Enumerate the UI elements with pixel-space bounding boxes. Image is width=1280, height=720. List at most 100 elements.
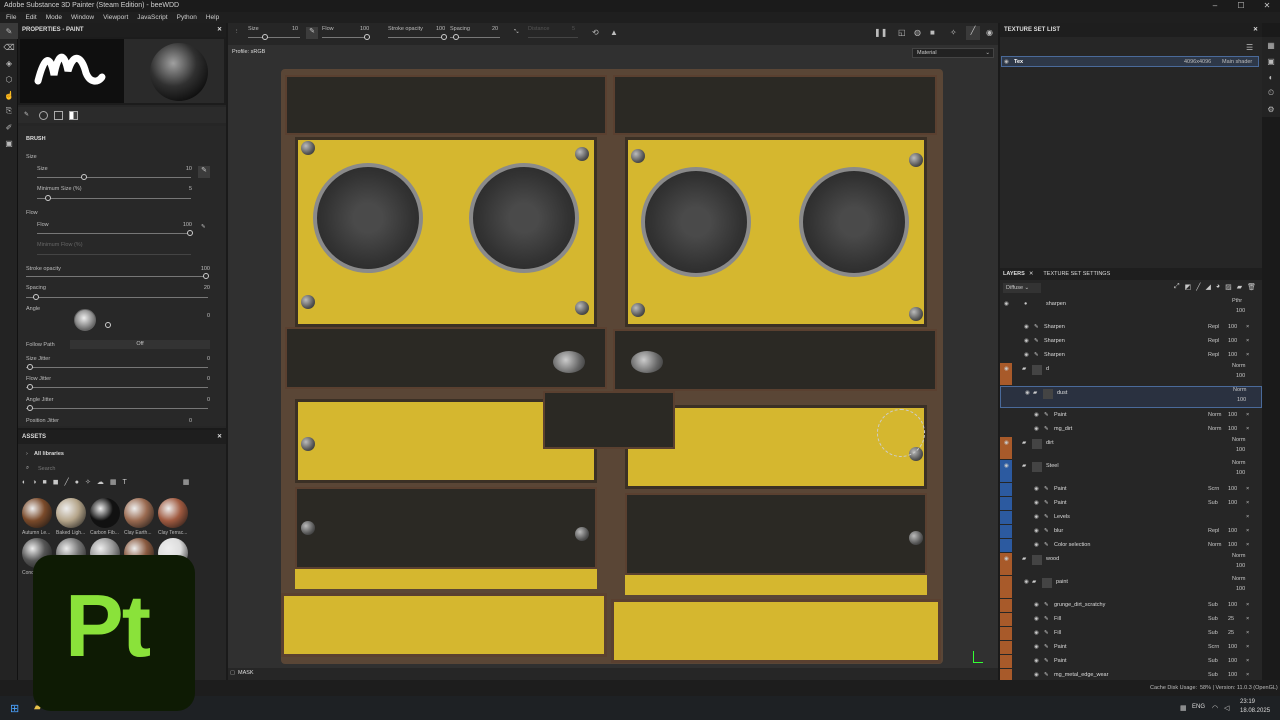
visibility-eye-icon[interactable]: ◉	[1034, 655, 1039, 668]
layer-opacity[interactable]: 100	[1237, 394, 1246, 407]
add-paint-icon[interactable]: ╱	[1196, 283, 1200, 291]
layer-blend-mode[interactable]: Norm	[1208, 409, 1221, 422]
menu-javascript[interactable]: JavaScript	[134, 12, 173, 23]
masks-filter-icon[interactable]: ◼	[53, 478, 59, 486]
visibility-eye-icon[interactable]: ◉	[1034, 627, 1039, 640]
layer-blend-mode[interactable]: Scrn	[1208, 483, 1219, 496]
layer-row[interactable]: ◉ ▰ Steel Norm 100	[1000, 460, 1262, 482]
minsize-slider[interactable]	[37, 198, 191, 199]
add-effect-icon[interactable]: ⤢	[1174, 283, 1180, 291]
lazy-mouse-icon[interactable]: ⤡	[514, 29, 518, 36]
pause-icon[interactable]: ❚❚	[874, 28, 887, 37]
remove-effect-icon[interactable]: ×	[1246, 525, 1249, 538]
layer-opacity[interactable]: 25	[1228, 627, 1234, 640]
visibility-eye-icon[interactable]: ◉	[1004, 553, 1009, 566]
clone-icon[interactable]: ⎘	[0, 103, 18, 119]
layer-opacity[interactable]: 100	[1236, 560, 1245, 573]
remove-effect-icon[interactable]: ×	[1246, 627, 1249, 640]
remove-effect-icon[interactable]: ×	[1246, 655, 1249, 668]
menu-file[interactable]: File	[3, 12, 22, 23]
asset-thumbnail[interactable]	[158, 498, 188, 528]
visibility-eye-icon[interactable]: ◉	[1034, 423, 1039, 436]
layer-row[interactable]: ◉ ✎ Levels ×	[1000, 511, 1262, 524]
alphas-filter-icon[interactable]: ☁	[97, 478, 104, 486]
visibility-eye-icon[interactable]: ◉	[1024, 349, 1029, 362]
layer-opacity[interactable]: 100	[1228, 599, 1237, 612]
visibility-eye-icon[interactable]: ◉	[1034, 525, 1039, 538]
screenshot-icon[interactable]: ◉	[986, 28, 993, 37]
add-generator-icon[interactable]: ◕	[1216, 283, 1220, 291]
clock-time[interactable]: 23:19	[1240, 699, 1255, 705]
delete-icon[interactable]: 🗑	[1247, 283, 1256, 291]
particles-filter-icon[interactable]: ●	[75, 479, 79, 486]
visibility-eye-icon[interactable]: ◉	[1034, 409, 1039, 422]
layer-row[interactable]: ◉ ▰ d Norm 100	[1000, 363, 1262, 385]
folder-icon[interactable]: ▰	[1032, 576, 1036, 589]
asset-thumbnail[interactable]	[90, 498, 120, 528]
menu-viewport[interactable]: Viewport	[100, 12, 134, 23]
layer-blend-mode[interactable]: Sub	[1208, 613, 1218, 626]
visibility-eye-icon[interactable]: ◉	[1024, 321, 1029, 334]
stroke-slider[interactable]	[26, 276, 208, 277]
spacing-slider-knob[interactable]	[33, 294, 39, 300]
clock-date[interactable]: 18.08.2025	[1240, 708, 1270, 714]
layer-row[interactable]: ◉ ✎ mg_dirt Norm 100 ×	[1000, 423, 1262, 436]
visibility-eye-icon[interactable]: ◉	[1004, 363, 1009, 376]
add-folder-icon[interactable]: ▰	[1237, 283, 1242, 291]
folder-icon[interactable]: ▰	[1022, 437, 1026, 450]
layer-opacity[interactable]: 100	[1236, 444, 1245, 457]
layer-row[interactable]: ◉ ✎ Sharpen Repl 100 ×	[1000, 335, 1262, 348]
viewport-mode-icon[interactable]: ◱	[898, 28, 906, 37]
eye-icon[interactable]: ◉	[1004, 59, 1009, 65]
tools-filter-icon[interactable]: ✧	[85, 478, 91, 486]
eraser-icon[interactable]: ⌫	[0, 39, 18, 55]
remove-effect-icon[interactable]: ×	[1246, 641, 1249, 654]
mirror-icon[interactable]: ▲	[610, 28, 618, 37]
layer-blend-mode[interactable]: Repl	[1208, 335, 1219, 348]
layer-row[interactable]: ◉ ✎ Paint Scrn 100 ×	[1000, 641, 1262, 654]
remove-effect-icon[interactable]: ×	[1246, 599, 1249, 612]
maximize-icon[interactable]: ☐	[1228, 0, 1254, 12]
wifi-icon[interactable]: ◠	[1212, 704, 1218, 712]
tool-settings-icon[interactable]: ✧	[950, 28, 957, 37]
materials-filter-icon[interactable]: ◐	[22, 479, 26, 486]
layer-blend-mode[interactable]: Sub	[1208, 497, 1218, 510]
tb-stroke-knob[interactable]	[441, 34, 447, 40]
texture-set-close-icon[interactable]: ✕	[1253, 23, 1258, 37]
angle-jitter-slider[interactable]	[26, 408, 208, 409]
minimize-icon[interactable]: –	[1202, 0, 1228, 12]
texture-set-row[interactable]: ◉ Tex 4096x4096 Main shader	[1001, 56, 1259, 67]
smart-materials-filter-icon[interactable]: ◑	[32, 479, 36, 486]
layer-opacity[interactable]: 100	[1228, 655, 1237, 668]
asset-thumbnail[interactable]	[124, 498, 154, 528]
grid-view-icon[interactable]: ▦	[183, 478, 190, 486]
layer-row[interactable]: ◉ ✎ Fill Sub 25 ×	[1000, 627, 1262, 640]
tb-pen-icon[interactable]: ✎	[306, 27, 318, 39]
remove-effect-icon[interactable]: ×	[1246, 349, 1249, 362]
pen-pressure-icon[interactable]: ✎	[198, 166, 210, 178]
stencil-tab-icon[interactable]	[54, 110, 63, 120]
layer-row[interactable]: ◉ ✎ grunge_dirt_scratchy Sub 100 ×	[1000, 599, 1262, 612]
volume-icon[interactable]: ◁	[1224, 704, 1229, 712]
layer-row[interactable]: ◉ ✎ Color selection Norm 100 ×	[1000, 539, 1262, 552]
angle-knob[interactable]	[105, 322, 111, 328]
flow-jitter-knob[interactable]	[27, 384, 33, 390]
folder-icon[interactable]: ▰	[1033, 387, 1037, 400]
flow-jitter-slider[interactable]	[26, 387, 208, 388]
tb-brush-icon[interactable]: ╱	[966, 26, 980, 40]
spacing-slider[interactable]	[26, 297, 208, 298]
layer-row[interactable]: ◉ ▰ paint Norm 100	[1000, 576, 1262, 598]
network-icon[interactable]: ▦	[1180, 704, 1187, 712]
remove-effect-icon[interactable]: ×	[1246, 321, 1249, 334]
assets-close-icon[interactable]: ✕	[217, 430, 222, 444]
remove-effect-icon[interactable]: ×	[1246, 409, 1249, 422]
remove-effect-icon[interactable]: ×	[1246, 511, 1249, 524]
layer-row[interactable]: ◉ ✎ Paint Sub 100 ×	[1000, 497, 1262, 510]
folder-icon[interactable]: ▰	[1022, 553, 1026, 566]
folder-icon[interactable]: ▰	[1022, 363, 1026, 376]
remove-effect-icon[interactable]: ×	[1246, 423, 1249, 436]
material-tab-icon[interactable]	[69, 110, 78, 120]
layer-opacity[interactable]: 100	[1236, 305, 1245, 318]
brushes-filter-icon[interactable]: ╱	[65, 478, 69, 486]
menu-window[interactable]: Window	[68, 12, 100, 23]
